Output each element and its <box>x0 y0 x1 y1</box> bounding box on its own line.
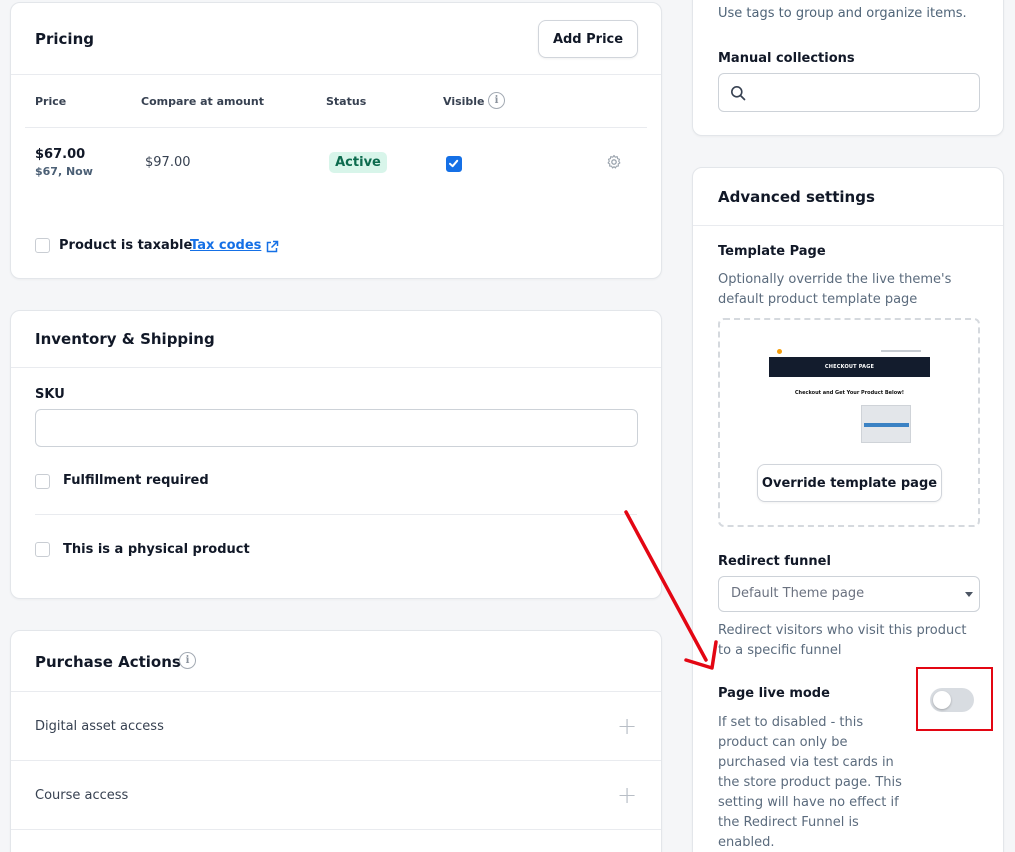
list-item-digital-asset[interactable]: Digital asset access + <box>11 692 661 760</box>
tags-hint: Use tags to group and organize items. <box>718 6 967 21</box>
search-icon <box>730 85 746 101</box>
course-access-label: Course access <box>35 788 129 803</box>
pricing-card: Pricing Add Price Price Compare at amoun… <box>10 2 662 279</box>
taxable-checkbox[interactable] <box>35 238 50 253</box>
live-mode-desc-line4: the store product page. This <box>718 775 902 790</box>
column-header-status: Status <box>326 95 367 108</box>
digital-asset-label: Digital asset access <box>35 719 164 734</box>
pricing-title: Pricing <box>35 30 94 48</box>
redirect-funnel-selected-value: Default Theme page <box>731 586 865 601</box>
column-header-price: Price <box>35 95 67 108</box>
gear-icon[interactable] <box>606 154 622 170</box>
collections-search-field[interactable] <box>718 73 980 112</box>
price-subtext: $67, Now <box>35 165 93 178</box>
template-dropzone[interactable]: CHECKOUT PAGE Checkout and Get Your Prod… <box>718 318 980 527</box>
redirect-funnel-label: Redirect funnel <box>718 554 831 569</box>
list-item-course[interactable]: Course access + <box>11 761 661 829</box>
column-header-compare: Compare at amount <box>141 95 264 108</box>
add-course-plus-icon[interactable]: + <box>617 783 637 807</box>
thumbnail-topbar <box>769 345 930 357</box>
purchase-actions-card: Purchase Actions i Digital asset access … <box>10 630 662 852</box>
collections-search-input[interactable] <box>753 80 973 106</box>
sku-input[interactable] <box>35 409 638 447</box>
inventory-card: Inventory & Shipping SKU Fulfillment req… <box>10 310 662 599</box>
price-value: $67.00 <box>35 147 86 162</box>
column-header-visible: Visible <box>443 95 485 108</box>
live-mode-desc-line1: If set to disabled - this <box>718 715 864 730</box>
manual-collections-label: Manual collections <box>718 51 855 66</box>
template-page-desc-line2: default product template page <box>718 292 918 307</box>
pricing-header-divider <box>11 74 661 75</box>
live-mode-desc-line6: the Redirect Funnel is <box>718 815 859 830</box>
thumbnail-banner: CHECKOUT PAGE <box>769 357 930 377</box>
thumbnail-form-image <box>861 405 911 443</box>
override-template-button[interactable]: Override template page <box>757 464 942 502</box>
physical-product-label: This is a physical product <box>63 542 250 557</box>
tax-codes-link[interactable]: Tax codes <box>190 238 279 253</box>
redirect-desc-line1: Redirect visitors who visit this product <box>718 623 967 638</box>
tax-codes-link-text: Tax codes <box>190 238 262 253</box>
compare-at-value: $97.00 <box>145 155 191 170</box>
price-row[interactable]: $67.00 $67, Now $97.00 Active <box>11 128 661 188</box>
purchase-actions-bottom-divider <box>11 829 661 830</box>
visible-info-icon[interactable]: i <box>488 92 505 109</box>
redirect-funnel-select[interactable]: Default Theme page <box>718 576 980 612</box>
add-digital-asset-plus-icon[interactable]: + <box>617 714 637 738</box>
visible-checkbox[interactable] <box>446 156 462 172</box>
template-thumbnail: CHECKOUT PAGE Checkout and Get Your Prod… <box>769 345 930 449</box>
physical-product-checkbox[interactable] <box>35 542 50 557</box>
purchase-actions-title: Purchase Actions <box>35 653 181 671</box>
advanced-header-divider <box>693 225 1003 226</box>
chevron-down-icon <box>965 592 973 597</box>
inventory-title: Inventory & Shipping <box>35 330 215 348</box>
live-mode-desc-line5: setting will have no effect if <box>718 795 899 810</box>
add-price-button[interactable]: Add Price <box>538 20 638 58</box>
sku-label: SKU <box>35 387 65 402</box>
thumbnail-logo-icon <box>777 349 782 354</box>
status-badge: Active <box>329 152 387 173</box>
purchase-actions-info-icon[interactable]: i <box>179 652 196 669</box>
fulfillment-label: Fulfillment required <box>63 473 209 488</box>
inventory-header-divider <box>11 367 661 368</box>
thumbnail-banner-text: CHECKOUT PAGE <box>824 364 875 370</box>
template-page-label: Template Page <box>718 244 826 259</box>
organization-card: Use tags to group and organize items. Ma… <box>692 0 1004 136</box>
inventory-mid-divider <box>35 514 637 515</box>
external-link-icon <box>265 239 279 253</box>
fulfillment-checkbox[interactable] <box>35 474 50 489</box>
live-mode-desc-line7: enabled. <box>718 835 775 850</box>
annotation-highlight-box <box>916 667 993 731</box>
page-live-mode-label: Page live mode <box>718 686 830 701</box>
redirect-desc-line2: to a specific funnel <box>718 643 842 658</box>
advanced-settings-card: Advanced settings Template Page Optional… <box>692 167 1004 852</box>
advanced-settings-title: Advanced settings <box>718 188 875 206</box>
thumbnail-heading: Checkout and Get Your Product Below! <box>794 390 905 396</box>
thumbnail-nav-icon <box>881 350 921 352</box>
live-mode-desc-line2: product can only be <box>718 735 848 750</box>
taxable-label: Product is taxable <box>59 238 193 253</box>
template-page-desc-line1: Optionally override the live theme's <box>718 272 952 287</box>
live-mode-desc-line3: purchased via test cards in <box>718 755 894 770</box>
thumbnail-form-bar <box>864 423 909 427</box>
